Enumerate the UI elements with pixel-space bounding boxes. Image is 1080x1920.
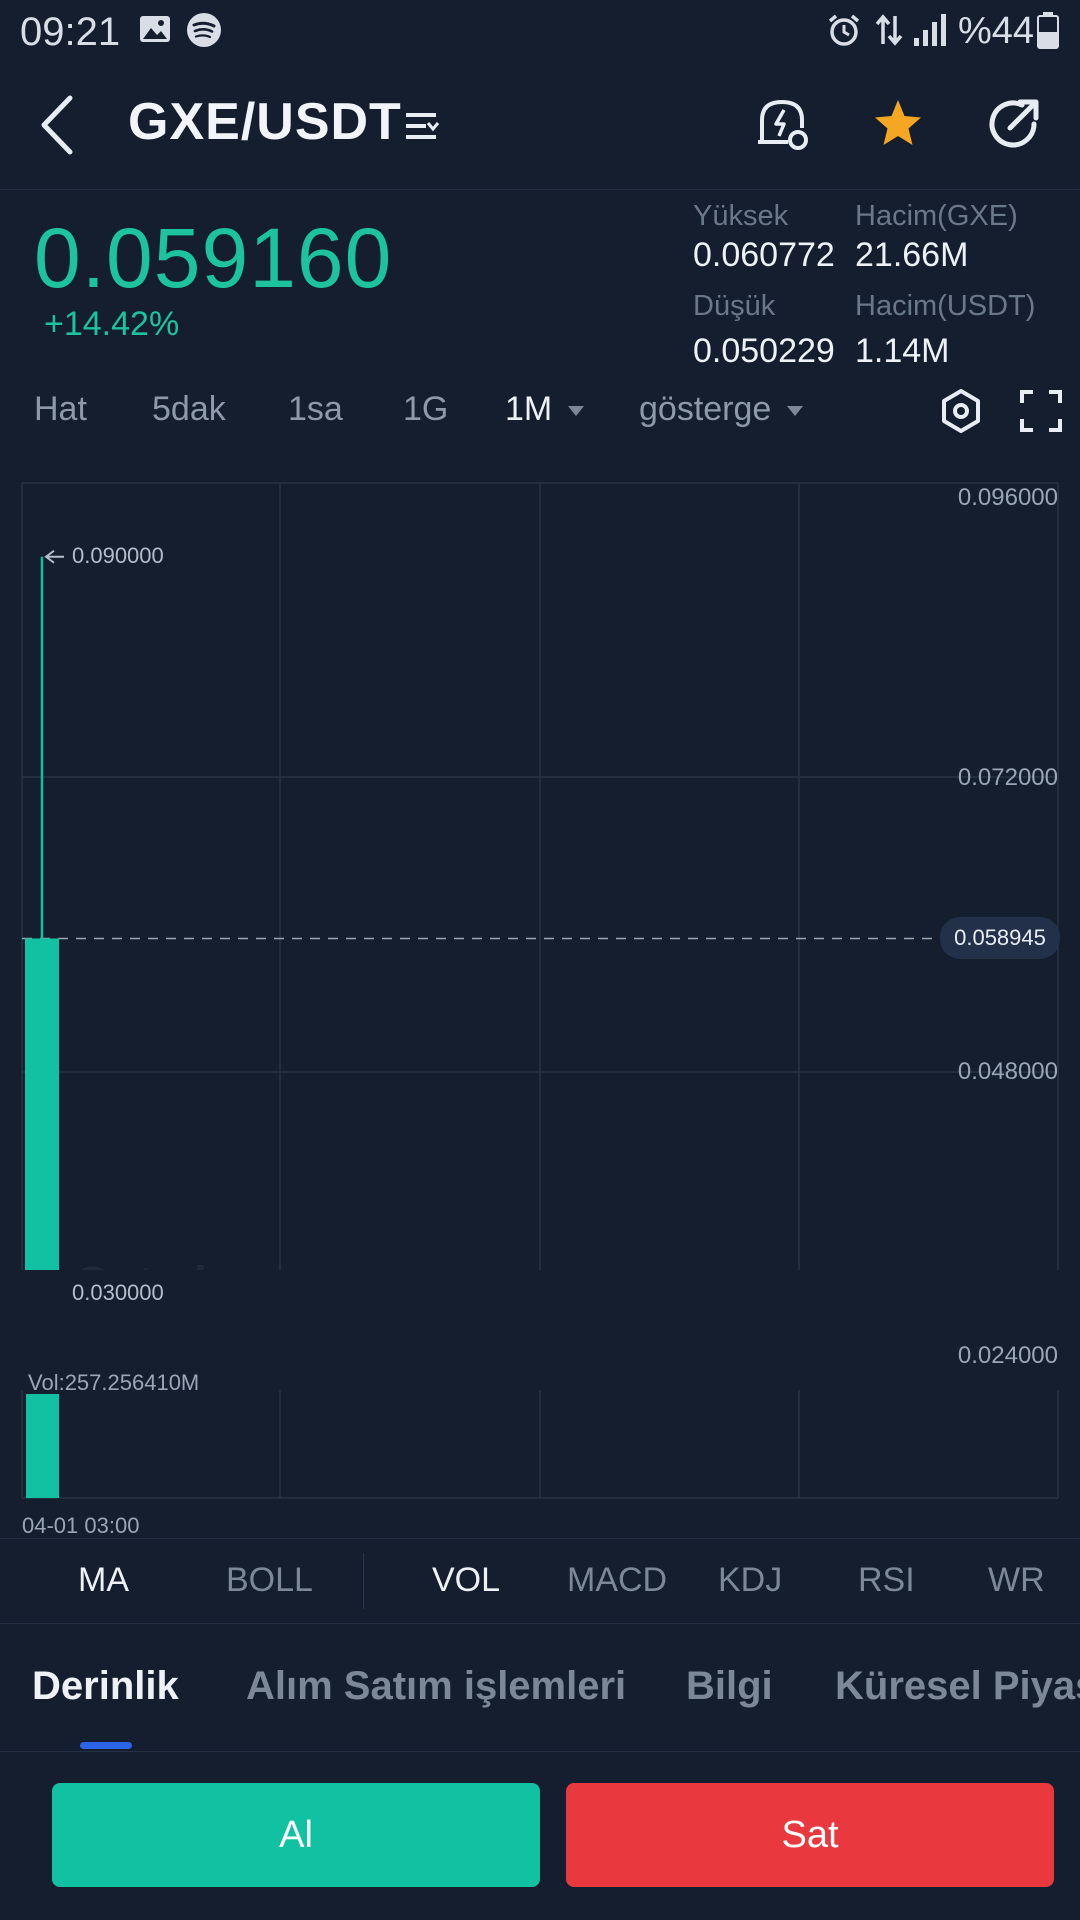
high-label: Yüksek <box>693 200 789 232</box>
x-axis-date-label: 04-01 03:00 <box>22 1513 140 1538</box>
tab-depth[interactable]: Derinlik <box>32 1664 179 1709</box>
tab-5min[interactable]: 5dak <box>152 390 226 429</box>
pair-menu-icon[interactable] <box>402 106 442 146</box>
chevron-down-icon <box>568 406 585 417</box>
indicator-ma[interactable]: MA <box>78 1561 129 1600</box>
top-bar: GXE/USDT <box>0 62 1080 190</box>
chart-grid <box>21 482 1059 1270</box>
candle-body[interactable] <box>25 938 59 1270</box>
high-value: 0.060772 <box>693 236 835 274</box>
tab-1hour[interactable]: 1sa <box>288 390 343 429</box>
volume-bar <box>26 1394 59 1498</box>
fullscreen-icon[interactable] <box>1018 388 1064 434</box>
current-price-tag: 0.058945 <box>940 917 1060 960</box>
arrow-left-icon <box>44 549 64 564</box>
chart-settings-icon[interactable] <box>938 388 984 434</box>
detail-tabs: Derinlik Alım Satım işlemleri Bilgi Küre… <box>0 1624 1080 1752</box>
indicator-bar: MA BOLL VOL MACD KDJ RSI WR <box>0 1538 1080 1624</box>
tab-info[interactable]: Bilgi <box>686 1664 773 1709</box>
spotify-icon <box>187 13 221 47</box>
last-price: 0.059160 <box>34 211 393 305</box>
timeframe-bar: Hat 5dak 1sa 1G 1M gösterge <box>0 380 1080 440</box>
battery-percent: %44 <box>958 10 1035 52</box>
status-bar: 09:21 %44 <box>0 0 1080 62</box>
volume-base-value: 21.66M <box>855 236 969 274</box>
volume-base-label: Hacim(GXE) <box>855 200 1018 232</box>
y-axis-label-1: 0.096000 <box>957 484 1058 511</box>
app-root: 09:21 %44 GXE/USDT 0.059160 +14.42% Yüks… <box>0 0 1080 1920</box>
indicator-dropdown[interactable]: gösterge <box>639 390 804 429</box>
y-axis-label-2: 0.072000 <box>957 764 1058 791</box>
price-alert-icon[interactable] <box>752 94 812 154</box>
tab-global-markets[interactable]: Küresel Piyasa <box>835 1664 1080 1709</box>
candlestick-chart[interactable]: Gate.io <box>0 470 1080 1270</box>
low-label: Düşük <box>693 290 776 322</box>
tab-trades[interactable]: Alım Satım işlemleri <box>246 1664 626 1709</box>
indicator-rsi[interactable]: RSI <box>858 1561 915 1600</box>
volume-quote-label: Hacim(USDT) <box>855 290 1036 322</box>
tab-1day[interactable]: 1G <box>403 390 448 429</box>
price-change-percent: +14.42% <box>44 305 180 343</box>
divider <box>363 1553 364 1609</box>
y-axis-label-3: 0.048000 <box>957 1058 1058 1085</box>
favorite-star-icon[interactable] <box>868 94 928 154</box>
share-icon[interactable] <box>984 94 1044 154</box>
battery-icon <box>1037 12 1059 49</box>
indicator-macd[interactable]: MACD <box>567 1561 667 1600</box>
indicator-wr[interactable]: WR <box>988 1561 1045 1600</box>
back-button[interactable] <box>30 90 90 160</box>
tab-1month-label: 1M <box>505 390 553 428</box>
volume-label: Vol:257.256410M <box>28 1370 200 1395</box>
tab-1month[interactable]: 1M <box>505 390 585 429</box>
signal-icon <box>914 14 946 46</box>
watermark-logo: Gate.io <box>74 1258 237 1270</box>
buy-button[interactable]: Al <box>52 1783 540 1887</box>
alarm-icon <box>828 14 860 46</box>
pair-title[interactable]: GXE/USDT <box>128 92 402 152</box>
gallery-icon <box>140 16 170 42</box>
high-price-note: 0.090000 <box>72 542 164 568</box>
indicator-kdj[interactable]: KDJ <box>718 1561 782 1600</box>
data-transfer-icon <box>875 14 903 46</box>
indicator-dropdown-label: gösterge <box>639 390 772 428</box>
volume-chart <box>21 1390 1059 1499</box>
indicator-vol[interactable]: VOL <box>432 1561 500 1600</box>
status-time: 09:21 <box>20 10 121 54</box>
y-axis-label-4: 0.024000 <box>957 1342 1058 1369</box>
sell-button[interactable]: Sat <box>566 1783 1054 1887</box>
volume-quote-value: 1.14M <box>855 332 950 370</box>
active-tab-indicator <box>80 1742 132 1749</box>
low-value: 0.050229 <box>693 332 835 370</box>
tab-line[interactable]: Hat <box>34 390 87 429</box>
chevron-down-icon <box>787 406 804 417</box>
indicator-boll[interactable]: BOLL <box>226 1561 313 1600</box>
low-price-note: 0.030000 <box>72 1280 164 1306</box>
